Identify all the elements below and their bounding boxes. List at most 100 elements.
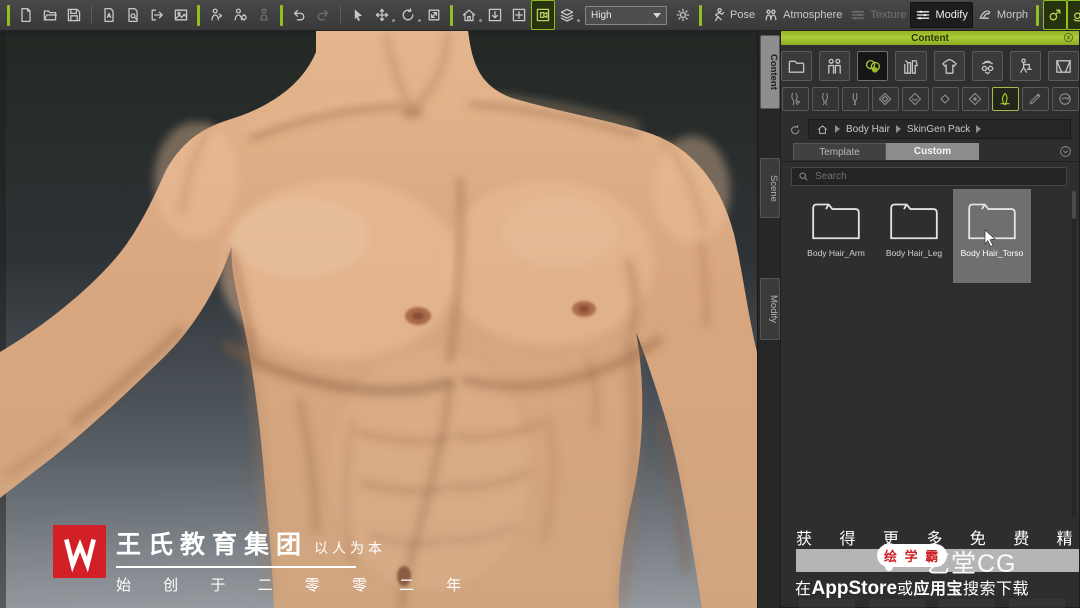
main-toolbar: High Pose Atmosphere Texture Modify Morp… (0, 0, 1080, 31)
toolbar-separator (197, 4, 200, 26)
male-curve-button[interactable] (1067, 0, 1080, 30)
character-settings-button[interactable] (228, 3, 252, 27)
texture-button[interactable]: Texture (846, 3, 910, 27)
toolbar-separator (7, 4, 10, 26)
breadcrumb-item-skingen-pack[interactable]: SkinGen Pack (907, 124, 970, 135)
breadcrumb-bar: Body Hair SkinGen Pack (808, 119, 1071, 139)
category-stage-button[interactable] (1047, 51, 1079, 81)
layers-button[interactable] (555, 3, 579, 27)
tool-option-dot[interactable] (479, 18, 482, 22)
redo-button[interactable] (311, 3, 335, 27)
chevron-down-circle-icon[interactable] (1059, 145, 1072, 158)
toolbar-separator (340, 6, 341, 24)
subcategory-body-torso-button[interactable] (841, 87, 869, 111)
preview-doc-button[interactable] (121, 3, 145, 27)
breadcrumb-arrow-icon (895, 125, 901, 133)
category-cloth-button[interactable] (933, 51, 965, 81)
tool-option-dot[interactable] (418, 18, 421, 22)
application-window: High Pose Atmosphere Texture Modify Morp… (0, 0, 1080, 608)
category-skin-button[interactable] (857, 51, 889, 81)
scale-tool-button[interactable] (422, 3, 446, 27)
morph-button[interactable]: Morph (973, 3, 1032, 27)
brightness-button[interactable] (671, 3, 695, 27)
subcategory-body-leg-button[interactable] (811, 87, 839, 111)
dock-tab-content[interactable]: Content (760, 35, 780, 109)
tool-option-dot[interactable] (577, 18, 580, 22)
category-row-1 (781, 51, 1079, 81)
ad-line3-appstore: AppStore (811, 578, 898, 599)
folder-item-body-hair-leg[interactable]: Body Hair_Leg (875, 189, 953, 283)
atmosphere-button[interactable]: Atmosphere (759, 3, 846, 27)
search-box[interactable] (791, 167, 1067, 186)
character-transfer-button[interactable] (204, 3, 228, 27)
tool-option-dot[interactable] (392, 18, 395, 22)
mouse-cursor-icon (984, 229, 997, 247)
quality-dropdown[interactable]: High (585, 5, 667, 25)
move-tool-button[interactable] (370, 3, 394, 27)
breadcrumb-home-icon[interactable] (816, 123, 829, 136)
texture-label: Texture (870, 9, 907, 21)
template-custom-tabs: Template Custom (781, 143, 1079, 162)
subcategory-layered-diamond-button[interactable] (871, 87, 899, 111)
save-button[interactable] (62, 3, 86, 27)
content-panel: Content Body Hair SkinGen Pack Template … (780, 30, 1080, 608)
panel-title-bar[interactable]: Content (781, 31, 1079, 45)
breadcrumb-arrow-icon (835, 125, 840, 133)
subcategory-body-hair-button[interactable] (991, 87, 1019, 111)
toolbar-separator (699, 4, 702, 26)
camera-view-button[interactable] (531, 0, 555, 30)
subcategory-circle-arrow-button[interactable] (1051, 87, 1079, 111)
breadcrumb: Body Hair SkinGen Pack (789, 119, 1071, 139)
toolbar-separator (1036, 4, 1040, 26)
rotate-tool-button[interactable] (396, 3, 420, 27)
home-view-button[interactable] (457, 3, 481, 27)
tab-custom[interactable]: Custom (886, 143, 979, 160)
subcategory-pen-button[interactable] (1021, 87, 1049, 111)
panel-title: Content (911, 32, 949, 44)
modify-button[interactable]: Modify (910, 2, 973, 28)
dock-tab-scene[interactable]: Scene (760, 158, 780, 218)
character-pose-button[interactable] (252, 3, 276, 27)
select-tool-button[interactable] (346, 3, 370, 27)
subcategory-diamond-ribbon-button[interactable] (901, 87, 929, 111)
category-folder-button[interactable] (781, 51, 813, 81)
new-file-button[interactable] (14, 3, 38, 27)
frame-down-button[interactable] (483, 3, 507, 27)
search-input[interactable] (815, 171, 1060, 182)
pose-button[interactable]: Pose (706, 3, 759, 27)
category-cloth-pair-button[interactable] (895, 51, 927, 81)
scrollbar-thumb[interactable] (1072, 191, 1076, 219)
toolbar-separator (450, 4, 453, 26)
pose-label: Pose (730, 9, 756, 21)
subcategory-body-arm-button[interactable] (781, 87, 809, 111)
close-icon[interactable] (1063, 32, 1074, 43)
breadcrumb-item-body-hair[interactable]: Body Hair (846, 124, 890, 135)
import-doc-button[interactable] (97, 3, 121, 27)
atmosphere-label: Atmosphere (783, 9, 843, 21)
tab-template[interactable]: Template (793, 143, 886, 160)
panel-scrollbar[interactable] (1072, 191, 1076, 517)
dock-tab-modify[interactable]: Modify (760, 278, 780, 340)
folder-label: Body Hair_Torso (960, 248, 1024, 258)
quality-value: High (591, 9, 612, 21)
ad-overlay: 获 得 更 多 免 费 精 品 教 程 艺堂CG 绘 学 霸 在AppStore… (781, 523, 1080, 608)
open-file-button[interactable] (38, 3, 62, 27)
category-actors-button[interactable] (819, 51, 851, 81)
subcategory-diamond-eye-button[interactable] (961, 87, 989, 111)
folder-icon (809, 199, 863, 241)
search-icon (798, 171, 809, 182)
category-prop-button[interactable] (1009, 51, 1041, 81)
male-symbol-button[interactable] (1043, 0, 1068, 30)
watermark-brand: 王氏教育集团 (116, 531, 309, 559)
breadcrumb-back-icon[interactable] (789, 123, 802, 136)
media-button[interactable] (169, 3, 193, 27)
subcategory-diamond-button[interactable] (931, 87, 959, 111)
category-accessory-button[interactable] (971, 51, 1003, 81)
viewport-3d[interactable]: 王氏教育集团 以人为本 始 创 于 二 零 零 二 年 (0, 30, 757, 608)
folder-item-body-hair-arm[interactable]: Body Hair_Arm (797, 189, 875, 283)
frame-plus-button[interactable] (507, 3, 531, 27)
undo-button[interactable] (287, 3, 311, 27)
torso-render (0, 30, 757, 608)
ad-line3-suffix: 搜索下载 (963, 581, 1030, 598)
export-button[interactable] (145, 3, 169, 27)
